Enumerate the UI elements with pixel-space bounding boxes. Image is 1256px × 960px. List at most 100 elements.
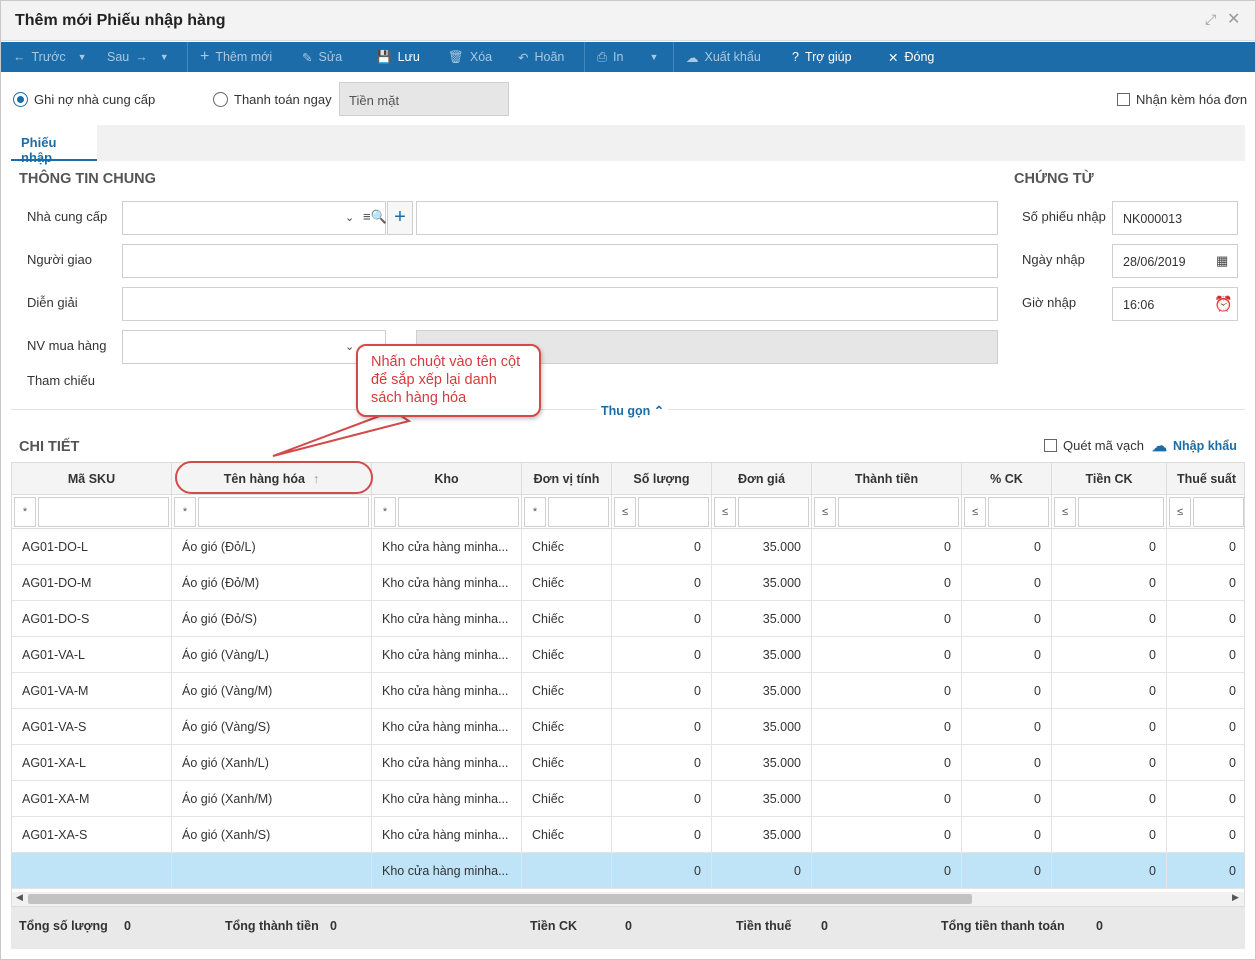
filter-operator-button[interactable]: *	[14, 497, 36, 527]
filter-operator-button[interactable]: ≤	[814, 497, 836, 527]
print-button[interactable]: ⎙ In ▼	[585, 42, 673, 72]
cell-warehouse[interactable]: Kho cửa hàng minha...	[372, 673, 522, 709]
debt-supplier-radio[interactable]: Ghi nợ nhà cung cấp	[13, 92, 155, 107]
cell-sku[interactable]: AG01-XA-M	[12, 781, 172, 817]
filter-operator-button[interactable]: *	[374, 497, 396, 527]
column-header-quantity[interactable]: Số lượng	[612, 463, 712, 495]
close-button[interactable]: ✕ Đóng	[876, 42, 956, 72]
filter-input[interactable]	[38, 497, 169, 527]
column-header-sku[interactable]: Mã SKU	[12, 463, 172, 495]
cell-discount-amount[interactable]: 0	[1052, 673, 1167, 709]
cell-unit[interactable]	[522, 853, 612, 889]
cell-unit[interactable]: Chiếc	[522, 781, 612, 817]
tab-receipt[interactable]: Phiếu nhập	[11, 125, 97, 165]
cell-unit-price[interactable]: 35.000	[712, 817, 812, 853]
cell-tax-rate[interactable]: 0	[1167, 817, 1244, 853]
cell-unit[interactable]: Chiếc	[522, 637, 612, 673]
filter-input[interactable]	[1078, 497, 1164, 527]
cell-warehouse[interactable]: Kho cửa hàng minha...	[372, 601, 522, 637]
column-header-unit[interactable]: Đơn vị tính	[522, 463, 612, 495]
cell-tax-rate[interactable]: 0	[1167, 565, 1244, 601]
cell-tax-rate[interactable]: 0	[1167, 745, 1244, 781]
cell-tax-rate[interactable]: 0	[1167, 853, 1244, 889]
cell-quantity[interactable]: 0	[612, 853, 712, 889]
export-button[interactable]: ☁ Xuất khẩu	[674, 42, 780, 72]
column-header-discount-pct[interactable]: % CK	[962, 463, 1052, 495]
cell-amount[interactable]: 0	[812, 853, 962, 889]
scroll-right-icon[interactable]: ▶	[1232, 892, 1239, 903]
cell-warehouse[interactable]: Kho cửa hàng minha...	[372, 709, 522, 745]
filter-operator-button[interactable]: ≤	[614, 497, 636, 527]
search-list-icon[interactable]: ≡🔍	[363, 209, 387, 225]
cell-quantity[interactable]: 0	[612, 781, 712, 817]
cell-discount-pct[interactable]: 0	[962, 709, 1052, 745]
cell-discount-pct[interactable]: 0	[962, 601, 1052, 637]
table-row[interactable]: AG01-XA-S Áo gió (Xanh/S) Kho cửa hàng min…	[12, 817, 1244, 853]
cell-warehouse[interactable]: Kho cửa hàng minha...	[372, 637, 522, 673]
cell-unit[interactable]: Chiếc	[522, 709, 612, 745]
cell-product-name[interactable]: Áo gió (Xanh/M)	[172, 781, 372, 817]
cell-unit[interactable]: Chiếc	[522, 745, 612, 781]
cell-amount[interactable]: 0	[812, 673, 962, 709]
filter-input[interactable]	[988, 497, 1049, 527]
cell-discount-amount[interactable]: 0	[1052, 709, 1167, 745]
undo-button[interactable]: ↶ Hoãn	[506, 42, 584, 72]
table-row[interactable]: AG01-XA-M Áo gió (Xanh/M) Kho cửa hàng min…	[12, 781, 1244, 817]
cell-sku[interactable]: AG01-VA-L	[12, 637, 172, 673]
cell-amount[interactable]: 0	[812, 709, 962, 745]
cell-quantity[interactable]: 0	[612, 637, 712, 673]
table-row[interactable]: AG01-DO-S Áo gió (Đỏ/S) Kho cửa hàng minha…	[12, 601, 1244, 637]
cell-amount[interactable]: 0	[812, 565, 962, 601]
table-row[interactable]: AG01-DO-L Áo gió (Đỏ/L) Kho cửa hàng minha…	[12, 529, 1244, 565]
delete-button[interactable]: 🗑 Xóa	[436, 42, 506, 72]
maximize-icon[interactable]: ⤢	[1205, 11, 1216, 28]
invoice-checkbox[interactable]: Nhận kèm hóa đơn	[1117, 92, 1247, 107]
cell-quantity[interactable]: 0	[612, 817, 712, 853]
cell-sku[interactable]: AG01-DO-M	[12, 565, 172, 601]
cell-discount-amount[interactable]: 0	[1052, 601, 1167, 637]
table-row[interactable]: AG01-XA-L Áo gió (Xanh/L) Kho cửa hàng min…	[12, 745, 1244, 781]
calendar-icon[interactable]: ▦	[1216, 253, 1228, 269]
pay-now-radio[interactable]: Thanh toán ngay	[213, 92, 332, 107]
cell-sku[interactable]: AG01-XA-S	[12, 817, 172, 853]
cell-tax-rate[interactable]: 0	[1167, 601, 1244, 637]
cell-discount-pct[interactable]: 0	[962, 781, 1052, 817]
cell-tax-rate[interactable]: 0	[1167, 529, 1244, 565]
scroll-left-icon[interactable]: ◀	[16, 892, 23, 903]
column-header-amount[interactable]: Thành tiền	[812, 463, 962, 495]
cell-product-name[interactable]: Áo gió (Đỏ/S)	[172, 601, 372, 637]
cell-tax-rate[interactable]: 0	[1167, 709, 1244, 745]
cell-unit-price[interactable]: 35.000	[712, 565, 812, 601]
cell-discount-pct[interactable]: 0	[962, 817, 1052, 853]
cell-discount-amount[interactable]: 0	[1052, 745, 1167, 781]
close-window-icon[interactable]: ✕	[1227, 9, 1240, 29]
cell-warehouse[interactable]: Kho cửa hàng minha...	[372, 529, 522, 565]
filter-operator-button[interactable]: *	[174, 497, 196, 527]
filter-operator-button[interactable]: ≤	[1054, 497, 1076, 527]
cell-product-name[interactable]: Áo gió (Vàng/L)	[172, 637, 372, 673]
help-button[interactable]: ? Trợ giúp	[780, 42, 876, 72]
cell-product-name[interactable]: Áo gió (Đỏ/L)	[172, 529, 372, 565]
cell-discount-amount[interactable]: 0	[1052, 637, 1167, 673]
barcode-scan-checkbox[interactable]: Quét mã vạch	[1044, 438, 1144, 453]
cell-quantity[interactable]: 0	[612, 529, 712, 565]
next-button[interactable]: Sau → ▼	[95, 42, 187, 72]
cell-unit[interactable]: Chiếc	[522, 565, 612, 601]
prev-button[interactable]: ← Trước ▼	[1, 42, 95, 72]
cell-discount-amount[interactable]: 0	[1052, 817, 1167, 853]
cell-sku[interactable]: AG01-DO-S	[12, 601, 172, 637]
filter-input[interactable]	[398, 497, 519, 527]
cell-discount-pct[interactable]: 0	[962, 637, 1052, 673]
table-row[interactable]: AG01-VA-S Áo gió (Vàng/S) Kho cửa hàng min…	[12, 709, 1244, 745]
cell-warehouse[interactable]: Kho cửa hàng minha...	[372, 565, 522, 601]
cell-discount-pct[interactable]: 0	[962, 529, 1052, 565]
save-button[interactable]: 💾 Lưu	[364, 42, 436, 72]
cell-unit[interactable]: Chiếc	[522, 673, 612, 709]
cell-tax-rate[interactable]: 0	[1167, 673, 1244, 709]
cell-discount-pct[interactable]: 0	[962, 673, 1052, 709]
add-supplier-button[interactable]: +	[387, 201, 413, 235]
cell-unit-price[interactable]: 35.000	[712, 601, 812, 637]
cell-warehouse[interactable]: Kho cửa hàng minha...	[372, 853, 522, 889]
cell-unit[interactable]: Chiếc	[522, 817, 612, 853]
cell-product-name[interactable]	[172, 853, 372, 889]
